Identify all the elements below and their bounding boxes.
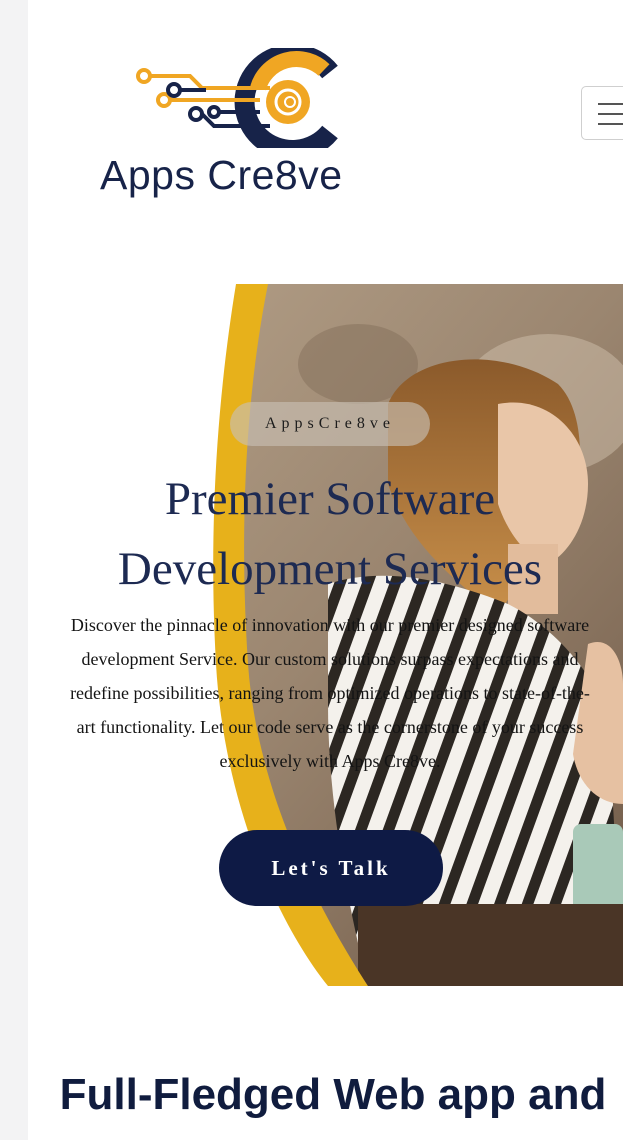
hamburger-icon-bar [598, 123, 623, 125]
section-title: Full-Fledged Web app and software [59, 1070, 607, 1140]
hero-title: Premier Software Development Services [117, 473, 543, 595]
lets-talk-button[interactable]: Let's Talk [219, 830, 443, 906]
hero-description: Discover the pinnacle of innovation with… [70, 615, 590, 771]
menu-toggle-button[interactable] [581, 86, 623, 140]
circuit-c-logo-icon [136, 48, 338, 148]
hero-content: AppsCre8ve Premier Software Development … [28, 284, 623, 986]
site-logo[interactable]: Apps Cre8ve [100, 44, 450, 204]
page: Apps Cre8ve AppsCre8ve Premier Software … [28, 0, 623, 1140]
hamburger-icon [598, 103, 623, 105]
logo-text: Apps Cre8ve [100, 152, 343, 198]
hamburger-icon-bar [598, 113, 623, 115]
hero-banner: AppsCre8ve Premier Software Development … [28, 284, 623, 986]
hero-badge: AppsCre8ve [230, 402, 430, 446]
